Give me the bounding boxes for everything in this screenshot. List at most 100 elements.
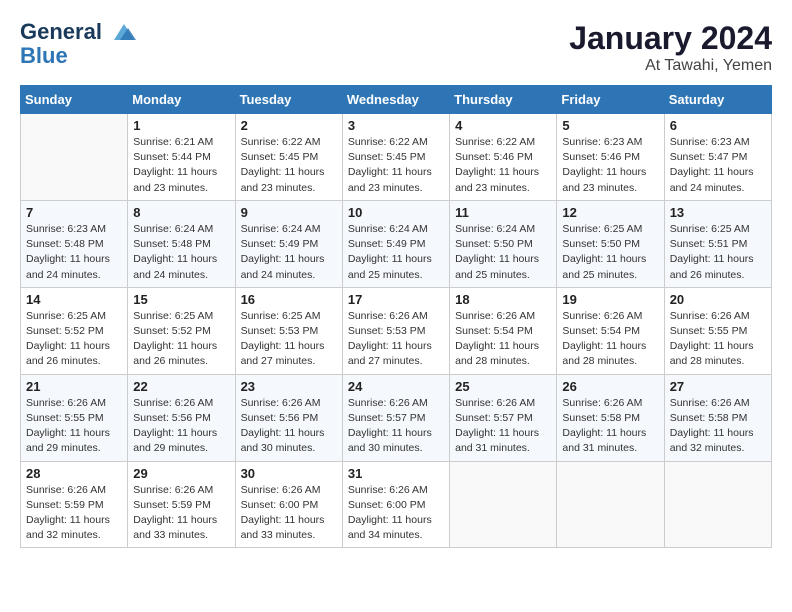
day-number: 20 (670, 292, 766, 307)
day-number: 12 (562, 205, 658, 220)
day-number: 3 (348, 118, 444, 133)
day-info: Sunrise: 6:25 AMSunset: 5:51 PMDaylight:… (670, 222, 766, 283)
day-info: Sunrise: 6:22 AMSunset: 5:45 PMDaylight:… (241, 135, 337, 196)
day-cell: 12 Sunrise: 6:25 AMSunset: 5:50 PMDayligh… (557, 200, 664, 287)
logo-icon (110, 22, 138, 44)
day-number: 24 (348, 379, 444, 394)
header-row: SundayMondayTuesdayWednesdayThursdayFrid… (21, 86, 772, 114)
day-number: 31 (348, 466, 444, 481)
day-cell: 2 Sunrise: 6:22 AMSunset: 5:45 PMDaylight… (235, 114, 342, 201)
day-info: Sunrise: 6:26 AMSunset: 5:57 PMDaylight:… (348, 396, 444, 457)
header-cell-monday: Monday (128, 86, 235, 114)
day-cell: 5 Sunrise: 6:23 AMSunset: 5:46 PMDaylight… (557, 114, 664, 201)
day-info: Sunrise: 6:26 AMSunset: 5:55 PMDaylight:… (670, 309, 766, 370)
day-info: Sunrise: 6:24 AMSunset: 5:49 PMDaylight:… (241, 222, 337, 283)
calendar-table: SundayMondayTuesdayWednesdayThursdayFrid… (20, 85, 772, 548)
day-cell: 15 Sunrise: 6:25 AMSunset: 5:52 PMDayligh… (128, 287, 235, 374)
day-number: 6 (670, 118, 766, 133)
day-number: 7 (26, 205, 122, 220)
header-cell-friday: Friday (557, 86, 664, 114)
day-cell: 17Sunrise: 6:26 AMSunset: 5:53 PMDayligh… (342, 287, 449, 374)
day-cell: 25 Sunrise: 6:26 AMSunset: 5:57 PMDayligh… (450, 374, 557, 461)
day-info: Sunrise: 6:25 AMSunset: 5:53 PMDaylight:… (241, 309, 337, 370)
day-info: Sunrise: 6:26 AMSunset: 5:54 PMDaylight:… (455, 309, 551, 370)
day-cell: 11 Sunrise: 6:24 AMSunset: 5:50 PMDayligh… (450, 200, 557, 287)
title-section: January 2024 At Tawahi, Yemen (569, 20, 772, 75)
day-number: 9 (241, 205, 337, 220)
day-info: Sunrise: 6:23 AMSunset: 5:47 PMDaylight:… (670, 135, 766, 196)
day-info: Sunrise: 6:26 AMSunset: 5:56 PMDaylight:… (241, 396, 337, 457)
day-info: Sunrise: 6:26 AMSunset: 5:54 PMDaylight:… (562, 309, 658, 370)
day-cell: 18 Sunrise: 6:26 AMSunset: 5:54 PMDayligh… (450, 287, 557, 374)
day-info: Sunrise: 6:26 AMSunset: 6:00 PMDaylight:… (348, 483, 444, 544)
day-number: 16 (241, 292, 337, 307)
day-cell: 10 Sunrise: 6:24 AMSunset: 5:49 PMDayligh… (342, 200, 449, 287)
day-cell (557, 461, 664, 548)
day-cell: 13 Sunrise: 6:25 AMSunset: 5:51 PMDayligh… (664, 200, 771, 287)
day-number: 25 (455, 379, 551, 394)
day-info: Sunrise: 6:26 AMSunset: 5:57 PMDaylight:… (455, 396, 551, 457)
day-info: Sunrise: 6:26 AMSunset: 5:58 PMDaylight:… (670, 396, 766, 457)
main-title: January 2024 (569, 20, 772, 57)
day-cell: 27 Sunrise: 6:26 AMSunset: 5:58 PMDayligh… (664, 374, 771, 461)
day-cell: 26Sunrise: 6:26 AMSunset: 5:58 PMDayligh… (557, 374, 664, 461)
day-number: 18 (455, 292, 551, 307)
day-info: Sunrise: 6:25 AMSunset: 5:52 PMDaylight:… (26, 309, 122, 370)
day-info: Sunrise: 6:22 AMSunset: 5:46 PMDaylight:… (455, 135, 551, 196)
day-cell: 4 Sunrise: 6:22 AMSunset: 5:46 PMDaylight… (450, 114, 557, 201)
day-info: Sunrise: 6:24 AMSunset: 5:49 PMDaylight:… (348, 222, 444, 283)
day-cell: 14 Sunrise: 6:25 AMSunset: 5:52 PMDayligh… (21, 287, 128, 374)
day-number: 2 (241, 118, 337, 133)
header-cell-saturday: Saturday (664, 86, 771, 114)
week-row-5: 28Sunrise: 6:26 AMSunset: 5:59 PMDayligh… (21, 461, 772, 548)
day-cell (450, 461, 557, 548)
day-info: Sunrise: 6:26 AMSunset: 5:56 PMDaylight:… (133, 396, 229, 457)
day-cell: 23 Sunrise: 6:26 AMSunset: 5:56 PMDayligh… (235, 374, 342, 461)
day-number: 11 (455, 205, 551, 220)
day-cell: 6 Sunrise: 6:23 AMSunset: 5:47 PMDaylight… (664, 114, 771, 201)
week-row-2: 7 Sunrise: 6:23 AMSunset: 5:48 PMDaylight… (21, 200, 772, 287)
day-number: 27 (670, 379, 766, 394)
day-info: Sunrise: 6:24 AMSunset: 5:50 PMDaylight:… (455, 222, 551, 283)
day-number: 22 (133, 379, 229, 394)
header-cell-thursday: Thursday (450, 86, 557, 114)
day-cell: 9 Sunrise: 6:24 AMSunset: 5:49 PMDaylight… (235, 200, 342, 287)
day-cell: 30 Sunrise: 6:26 AMSunset: 6:00 PMDayligh… (235, 461, 342, 548)
day-info: Sunrise: 6:25 AMSunset: 5:50 PMDaylight:… (562, 222, 658, 283)
day-number: 30 (241, 466, 337, 481)
day-info: Sunrise: 6:25 AMSunset: 5:52 PMDaylight:… (133, 309, 229, 370)
day-info: Sunrise: 6:26 AMSunset: 5:59 PMDaylight:… (26, 483, 122, 544)
day-info: Sunrise: 6:23 AMSunset: 5:48 PMDaylight:… (26, 222, 122, 283)
week-row-1: 1Sunrise: 6:21 AMSunset: 5:44 PMDaylight… (21, 114, 772, 201)
day-cell: 28Sunrise: 6:26 AMSunset: 5:59 PMDayligh… (21, 461, 128, 548)
day-number: 4 (455, 118, 551, 133)
logo-text: General (20, 20, 138, 44)
header-cell-wednesday: Wednesday (342, 86, 449, 114)
logo-blue-text: Blue (20, 44, 138, 68)
day-info: Sunrise: 6:23 AMSunset: 5:46 PMDaylight:… (562, 135, 658, 196)
day-number: 21 (26, 379, 122, 394)
day-number: 29 (133, 466, 229, 481)
day-number: 23 (241, 379, 337, 394)
day-cell (21, 114, 128, 201)
week-row-4: 21Sunrise: 6:26 AMSunset: 5:55 PMDayligh… (21, 374, 772, 461)
day-cell (664, 461, 771, 548)
day-cell: 21Sunrise: 6:26 AMSunset: 5:55 PMDayligh… (21, 374, 128, 461)
day-cell: 1Sunrise: 6:21 AMSunset: 5:44 PMDaylight… (128, 114, 235, 201)
day-info: Sunrise: 6:24 AMSunset: 5:48 PMDaylight:… (133, 222, 229, 283)
day-number: 19 (562, 292, 658, 307)
day-number: 26 (562, 379, 658, 394)
sub-title: At Tawahi, Yemen (569, 57, 772, 75)
day-cell: 19 Sunrise: 6:26 AMSunset: 5:54 PMDayligh… (557, 287, 664, 374)
calendar-header: SundayMondayTuesdayWednesdayThursdayFrid… (21, 86, 772, 114)
day-cell: 16 Sunrise: 6:25 AMSunset: 5:53 PMDayligh… (235, 287, 342, 374)
day-number: 13 (670, 205, 766, 220)
day-cell: 29Sunrise: 6:26 AMSunset: 5:59 PMDayligh… (128, 461, 235, 548)
day-number: 14 (26, 292, 122, 307)
header-cell-tuesday: Tuesday (235, 86, 342, 114)
header-cell-sunday: Sunday (21, 86, 128, 114)
day-number: 10 (348, 205, 444, 220)
day-info: Sunrise: 6:26 AMSunset: 6:00 PMDaylight:… (241, 483, 337, 544)
day-number: 15 (133, 292, 229, 307)
day-number: 5 (562, 118, 658, 133)
